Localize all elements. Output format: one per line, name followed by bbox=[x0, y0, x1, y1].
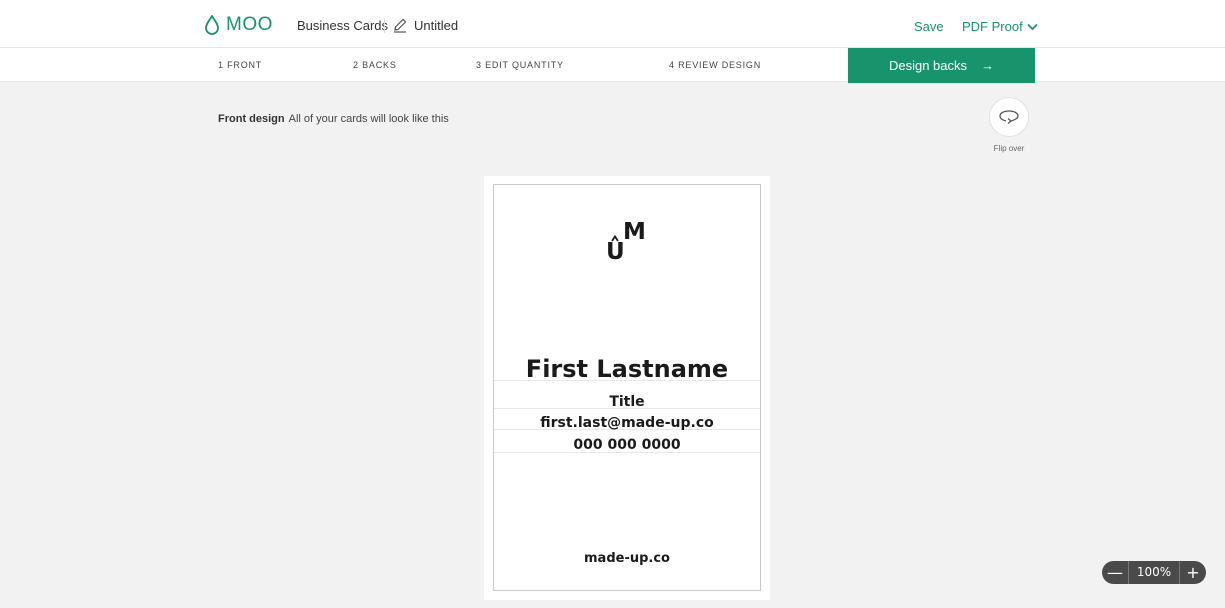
logo-text: MOO bbox=[226, 14, 273, 35]
product-name: Business Cards bbox=[297, 18, 389, 33]
card-email-field[interactable]: first.last@made-up.co bbox=[494, 415, 760, 431]
zoom-out-button[interactable]: — bbox=[1102, 561, 1128, 584]
card-title-field[interactable]: Title bbox=[494, 394, 760, 410]
save-button[interactable]: Save bbox=[914, 19, 944, 34]
pencil-icon[interactable] bbox=[392, 17, 408, 33]
header-divider bbox=[384, 18, 385, 33]
chevron-down-icon bbox=[1027, 23, 1038, 30]
moo-drop-icon bbox=[205, 15, 219, 35]
arrow-right-icon: → bbox=[981, 58, 995, 73]
card-name-field[interactable]: First Lastname bbox=[494, 355, 760, 383]
step-review-design[interactable]: 4 REVIEW DESIGN bbox=[669, 60, 761, 70]
flip-icon bbox=[999, 110, 1019, 124]
flip-over-label: Flip over bbox=[993, 144, 1025, 153]
flip-over-button[interactable] bbox=[989, 97, 1029, 137]
card-logo[interactable]: M U bbox=[606, 219, 652, 269]
card-logo-m: M bbox=[623, 219, 646, 245]
business-card-front[interactable]: M U First Lastname Title first.last@made… bbox=[493, 184, 761, 591]
step-edit-quantity[interactable]: 3 EDIT QUANTITY bbox=[476, 60, 564, 70]
card-logo-u: U bbox=[606, 239, 625, 265]
design-backs-label: Design backs bbox=[888, 58, 968, 73]
front-design-heading: Front design bbox=[218, 113, 285, 125]
document-name[interactable]: Untitled bbox=[414, 18, 458, 33]
moo-logo[interactable]: MOO bbox=[204, 14, 273, 36]
card-website-field[interactable]: made-up.co bbox=[494, 551, 760, 566]
step-front[interactable]: 1 FRONT bbox=[218, 60, 262, 70]
top-header: MOO Business Cards Untitled Save PDF Pro… bbox=[0, 0, 1225, 48]
front-design-subtext: All of your cards will look like this bbox=[288, 113, 449, 125]
front-design-caption: Front design All of your cards will look … bbox=[218, 113, 449, 125]
zoom-level: 100% bbox=[1128, 561, 1180, 584]
step-backs[interactable]: 2 BACKS bbox=[353, 60, 397, 70]
steps-bar: 1 FRONT 2 BACKS 3 EDIT QUANTITY 4 REVIEW… bbox=[0, 48, 1225, 82]
card-phone-field[interactable]: 000 000 0000 bbox=[494, 437, 760, 453]
pdf-proof-label: PDF Proof bbox=[962, 19, 1023, 34]
pdf-proof-dropdown[interactable]: PDF Proof bbox=[962, 19, 1038, 34]
design-backs-button[interactable]: Design backs → bbox=[848, 48, 1035, 83]
zoom-control: — 100% + bbox=[1102, 561, 1206, 584]
zoom-in-button[interactable]: + bbox=[1180, 561, 1206, 584]
